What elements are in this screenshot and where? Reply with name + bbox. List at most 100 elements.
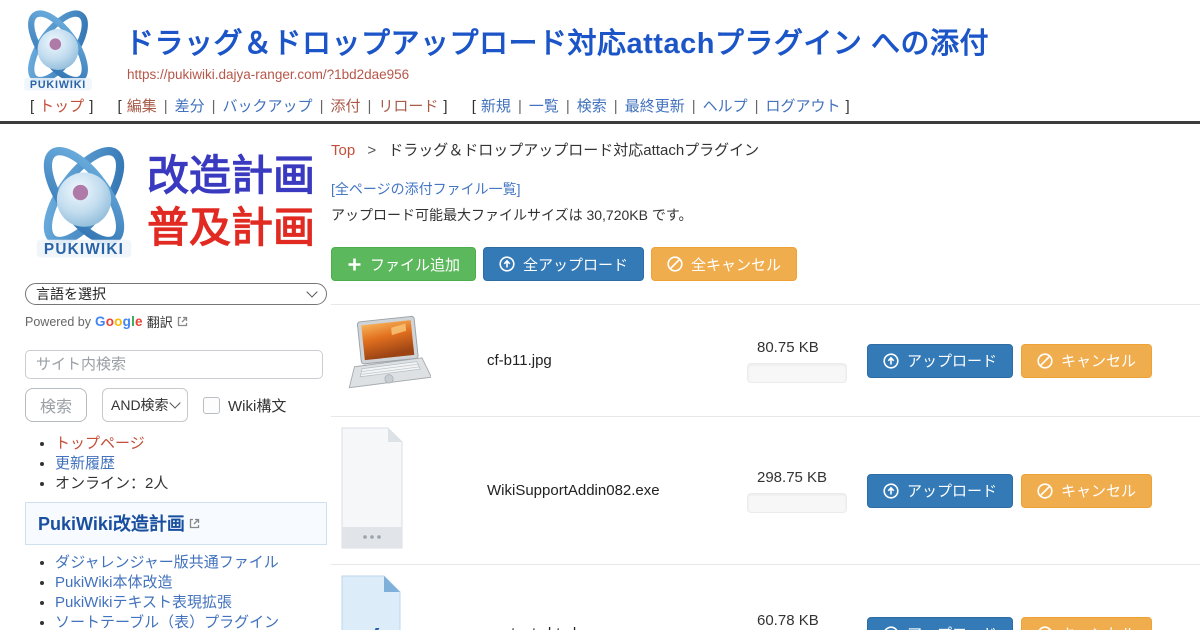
- nav-item-list[interactable]: 一覧: [529, 98, 559, 115]
- nav-item-top[interactable]: トップ: [39, 98, 84, 115]
- sidebar-logo[interactable]: PUKIWIKI 改造計画 普及計画: [25, 136, 327, 268]
- sidebar-list-plugins: ダジャレンジャー版共通ファイル PukiWiki本体改造 PukiWikiテキス…: [25, 555, 327, 630]
- main-content: Top > ドラッグ＆ドロップアップロード対応attachプラグイン [全ページ…: [327, 124, 1200, 630]
- upload-button[interactable]: アップロード: [867, 344, 1013, 378]
- nav-item-recent[interactable]: 最終更新: [625, 98, 685, 115]
- search-mode-value: AND検索: [111, 395, 169, 415]
- page-url-link[interactable]: https://pukiwiki.dajya-ranger.com/?1bd2d…: [127, 67, 409, 82]
- list-item: ダジャレンジャー版共通ファイル: [55, 555, 327, 572]
- upload-all-button[interactable]: 全アップロード: [483, 247, 644, 281]
- row-actions: アップロード キャンセル: [867, 344, 1152, 378]
- sidebar: PUKIWIKI 改造計画 普及計画 言語を選択 Powered by Goog…: [0, 124, 327, 630]
- search-controls: 検索 AND検索 Wiki構文: [25, 388, 327, 422]
- nav-item-edit[interactable]: 編集: [127, 98, 157, 115]
- language-select[interactable]: 言語を選択: [25, 283, 327, 305]
- bracket: ]: [443, 98, 447, 115]
- upload-button[interactable]: アップロード: [867, 617, 1013, 630]
- list-item: ソートテーブル（表）プラグイン: [55, 615, 327, 630]
- nav-item-logout[interactable]: ログアウト: [766, 98, 841, 115]
- sidebar-link-sort-table[interactable]: ソートテーブル（表）プラグイン: [55, 614, 279, 630]
- sidebar-section-box: PukiWiki改造計画: [25, 502, 327, 545]
- chevron-down-icon: [169, 397, 180, 408]
- search-mode-select[interactable]: AND検索: [102, 388, 188, 422]
- sidebar-link-history[interactable]: 更新履歴: [55, 455, 115, 472]
- nav-item-attach[interactable]: 添付: [330, 98, 360, 115]
- html-file-icon: </>: [341, 575, 401, 630]
- file-size-cell: 60.78 KB: [747, 612, 867, 630]
- nav-item-reload[interactable]: リロード: [378, 98, 438, 115]
- sidebar-logo-text: 改造計画 普及計画: [147, 150, 315, 255]
- cancel-circle-icon: [667, 256, 683, 272]
- row-actions: アップロード キャンセル: [867, 617, 1152, 630]
- nav-item-new[interactable]: 新規: [481, 98, 511, 115]
- laptop-photo-thumbnail: [339, 315, 431, 401]
- translate-link[interactable]: 翻訳: [147, 312, 173, 331]
- nav-item-diff[interactable]: 差分: [175, 98, 205, 115]
- file-size: 298.75 KB: [757, 469, 867, 486]
- site-search-input[interactable]: [25, 350, 323, 379]
- sidebar-list-top: トップページ 更新履歴 オンライン：2人: [25, 436, 327, 492]
- nav-item-help[interactable]: ヘルプ: [703, 98, 748, 115]
- action-buttons: ファイル追加 全アップロード 全キャンセル: [331, 247, 1200, 281]
- separator: |: [755, 98, 759, 115]
- add-file-button[interactable]: ファイル追加: [331, 247, 476, 281]
- pukiwiki-atom-icon: PUKIWIKI: [25, 137, 143, 267]
- list-item: 更新履歴: [55, 456, 327, 473]
- cancel-button[interactable]: キャンセル: [1021, 474, 1152, 508]
- pukiwiki-logo-icon[interactable]: PUKIWIKI: [10, 5, 106, 94]
- nav-item-backup[interactable]: バックアップ: [223, 98, 313, 115]
- wiki-syntax-checkbox[interactable]: [203, 397, 220, 414]
- bracket: ]: [89, 98, 93, 115]
- file-name: WikiSupportAddin082.exe: [487, 482, 747, 499]
- upload-file-list: cf-b11.jpg 80.75 KB アップロード キャンセル: [331, 304, 1200, 630]
- file-thumbnail-cell: [331, 315, 487, 406]
- pukiwiki-brand-text: PUKIWIKI: [44, 241, 124, 258]
- file-row: cf-b11.jpg 80.75 KB アップロード キャンセル: [331, 304, 1200, 416]
- file-name: cf-b11.jpg: [487, 352, 747, 369]
- list-item: PukiWikiテキスト表現拡張: [55, 595, 327, 612]
- upload-button[interactable]: アップロード: [867, 474, 1013, 508]
- file-row: </> contents.html 60.78 KB アップロード: [331, 564, 1200, 630]
- powered-by-label: Powered by: [25, 315, 91, 329]
- file-thumbnail-cell: </>: [331, 575, 487, 630]
- separator: |: [518, 98, 522, 115]
- sidebar-link-common-files[interactable]: ダジャレンジャー版共通ファイル: [55, 554, 279, 571]
- generic-file-icon: [341, 427, 403, 549]
- list-item: トップページ: [55, 436, 327, 453]
- nav-item-search[interactable]: 検索: [577, 98, 607, 115]
- progress-bar: [747, 363, 847, 383]
- separator: |: [320, 98, 324, 115]
- sidebar-link-core-mod[interactable]: PukiWiki本体改造: [55, 574, 173, 591]
- cancel-all-button[interactable]: 全キャンセル: [651, 247, 797, 281]
- separator: |: [566, 98, 570, 115]
- bracket: ]: [846, 98, 850, 115]
- file-size: 80.75 KB: [757, 339, 867, 356]
- cancel-button[interactable]: キャンセル: [1021, 344, 1152, 378]
- breadcrumb-top-link[interactable]: Top: [331, 142, 355, 159]
- breadcrumb-current: ドラッグ＆ドロップアップロード対応attachプラグイン: [388, 142, 759, 159]
- online-count: オンライン：2人: [55, 476, 327, 493]
- pukiwiki-kaizo-link[interactable]: PukiWiki改造計画: [38, 510, 200, 536]
- external-link-icon: [189, 518, 200, 529]
- nav-group-site: [新規|一覧|検索|最終更新|ヘルプ|ログアウト]: [467, 98, 855, 115]
- cancel-button[interactable]: キャンセル: [1021, 617, 1152, 630]
- nav-group-top: [トップ]: [25, 98, 98, 115]
- search-button[interactable]: 検索: [25, 388, 87, 422]
- file-name: contents.html: [487, 625, 747, 630]
- all-attachments-link[interactable]: [全ページの添付ファイル一覧]: [331, 179, 521, 199]
- language-select-value: 言語を選択: [36, 284, 106, 304]
- upload-circle-icon: [499, 256, 515, 272]
- sidebar-link-toppage[interactable]: トップページ: [55, 435, 145, 452]
- breadcrumb: Top > ドラッグ＆ドロップアップロード対応attachプラグイン: [331, 139, 1200, 160]
- bracket: [: [118, 98, 122, 115]
- separator: |: [212, 98, 216, 115]
- logo-line-kaizo: 改造計画: [147, 150, 315, 203]
- google-logo: Google: [95, 314, 143, 329]
- sidebar-link-text-ext[interactable]: PukiWikiテキスト表現拡張: [55, 594, 232, 611]
- file-thumbnail-cell: [331, 427, 487, 554]
- file-size-cell: 298.75 KB: [747, 469, 867, 513]
- file-size: 60.78 KB: [757, 612, 867, 629]
- top-navbar: [トップ] [編集|差分|バックアップ|添付|リロード] [新規|一覧|検索|最…: [0, 95, 1200, 117]
- google-translate-attribution: Powered by Google 翻訳: [25, 312, 327, 331]
- list-item: PukiWiki本体改造: [55, 575, 327, 592]
